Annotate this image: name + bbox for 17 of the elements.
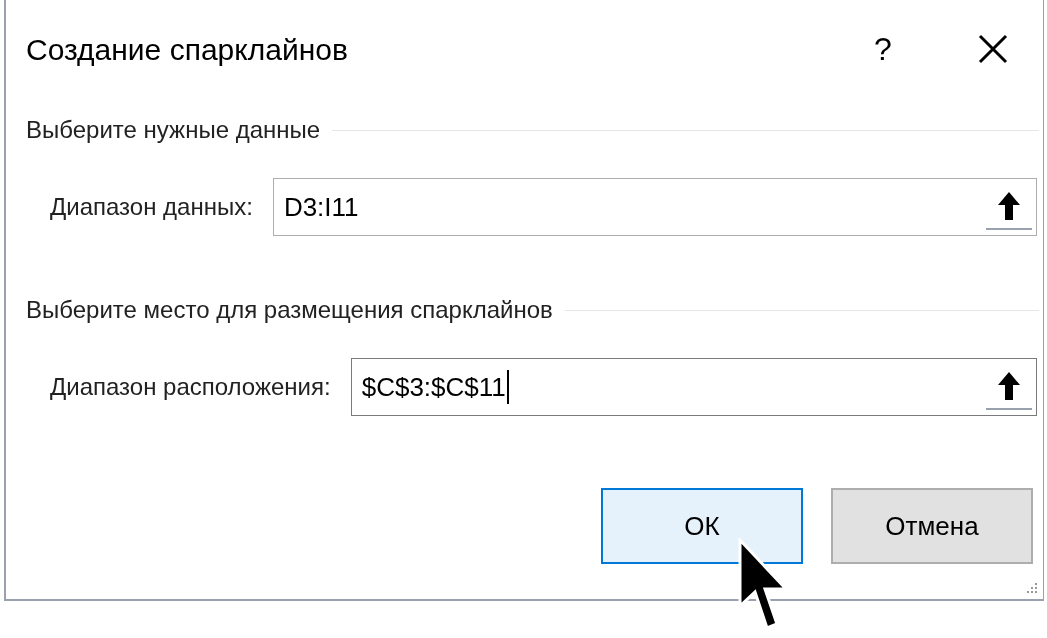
group-heading: Выберите нужные данные [26, 115, 321, 145]
arrow-up-icon [996, 370, 1022, 402]
field-value: D3:I11 [283, 190, 359, 224]
field-label: Диапазон расположения: [50, 372, 331, 402]
help-button[interactable]: ? [853, 25, 913, 73]
range-field[interactable]: $C$3:$C$11 [350, 358, 1037, 416]
dialog-button[interactable]: Отмена [831, 488, 1033, 564]
close-icon [978, 34, 1008, 64]
arrow-up-icon [996, 190, 1022, 222]
field-label: Диапазон данных: [50, 192, 253, 222]
group-heading: Выберите место для размещения спарклайнов [26, 295, 553, 325]
dialog-button[interactable]: ОК [601, 488, 803, 564]
resize-grip-icon [1025, 581, 1039, 595]
field-value: $C$3:$C$11 [361, 370, 506, 404]
window-title: Создание спарклайнов [26, 31, 348, 68]
range-field[interactable]: D3:I11 [272, 178, 1037, 236]
text-caret [506, 370, 509, 404]
